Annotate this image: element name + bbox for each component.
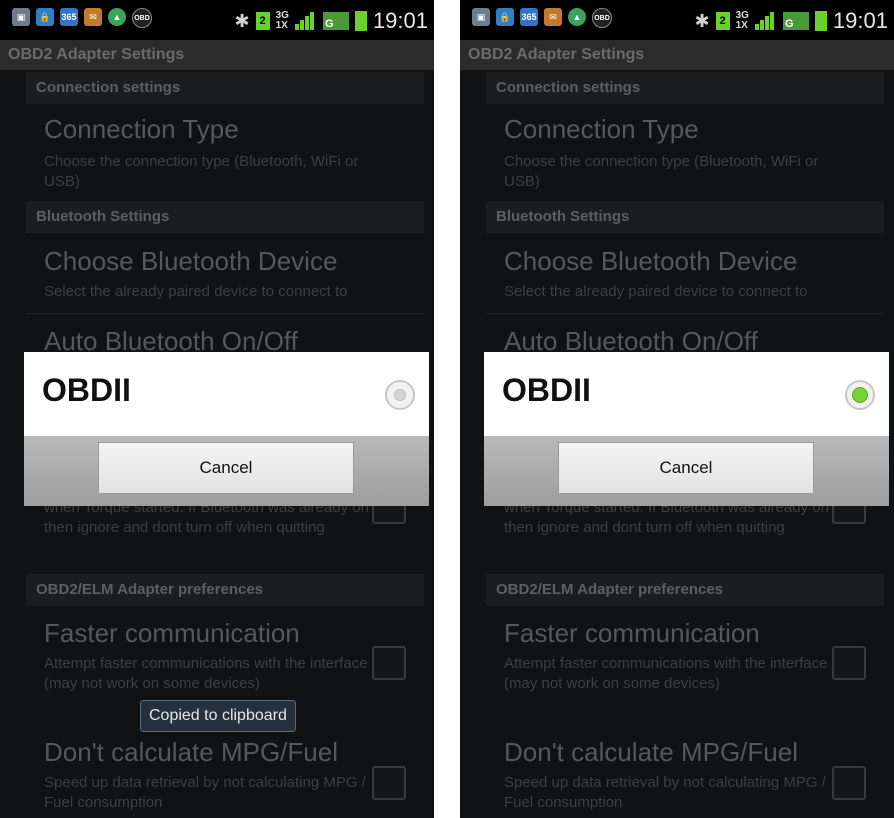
cancel-button[interactable]: Cancel <box>98 442 354 494</box>
maps-icon: ▲ <box>108 8 126 26</box>
pref-choose-device-summary: Select the already paired device to conn… <box>504 283 808 300</box>
pref-choose-device-title[interactable]: Choose Bluetooth Device <box>504 246 797 277</box>
cancel-button[interactable]: Cancel <box>558 442 814 494</box>
app-title: OBD2 Adapter Settings <box>460 40 894 70</box>
mpg-checkbox[interactable] <box>832 766 866 800</box>
battery-icon <box>354 11 367 31</box>
pref-mpg-summary: Speed up data retrieval by not calculati… <box>44 774 366 811</box>
phone-screen-left: ▣ 🔒 365 ✉ ▲ OBD ✱ 2 3G 1X G 19:01 OBD2 Ad… <box>0 0 434 818</box>
status-bar: ▣ 🔒 365 ✉ ▲ OBD ✱ 2 3G 1X G 19:01 <box>460 0 894 40</box>
pref-connection-type-summary: Choose the connection type (Bluetooth, W… <box>504 153 819 190</box>
pref-mpg-summary: Speed up data retrieval by not calculati… <box>504 774 826 811</box>
pref-mpg-title[interactable]: Don't calculate MPG/Fuel <box>504 737 798 768</box>
dialog-button-bar: Cancel <box>484 436 889 506</box>
section-adapter-preferences: OBD2/ELM Adapter preferences <box>486 574 884 606</box>
pref-mpg-title[interactable]: Don't calculate MPG/Fuel <box>44 737 338 768</box>
calendar-app-icon: 365 <box>520 8 538 26</box>
pref-faster-communication-title[interactable]: Faster communication <box>504 618 760 649</box>
divider <box>486 313 884 314</box>
radio-button-selected-icon[interactable] <box>845 380 875 410</box>
pref-faster-communication-title[interactable]: Faster communication <box>44 618 300 649</box>
data-network-icon: G <box>322 12 349 30</box>
phone-screen-right: ▣ 🔒 365 ✉ ▲ OBD ✱ 2 3G 1X G 19:01 OBD2 Ad… <box>460 0 894 818</box>
section-adapter-preferences: OBD2/ELM Adapter preferences <box>26 574 424 606</box>
pref-faster-communication-summary: Attempt faster communications with the i… <box>44 655 368 692</box>
network-type-indicator: 3G 1X <box>275 10 289 31</box>
obd-icon: OBD <box>592 8 612 28</box>
status-bar: ▣ 🔒 365 ✉ ▲ OBD ✱ 2 3G 1X G 19:01 <box>0 0 434 40</box>
calendar-app-icon: 365 <box>60 8 78 26</box>
bluetooth-icon: ✱ <box>694 10 710 31</box>
dialog-option-label[interactable]: OBDII <box>502 372 591 409</box>
section-connection-settings: Connection settings <box>486 72 884 104</box>
dialog-option-label[interactable]: OBDII <box>42 372 131 409</box>
toast-message: Copied to clipboard <box>140 700 296 732</box>
dialog-button-bar: Cancel <box>24 436 429 506</box>
pref-connection-type-title[interactable]: Connection Type <box>44 114 239 145</box>
pref-choose-device-summary: Select the already paired device to conn… <box>44 283 348 300</box>
signal-strength-icon <box>754 12 777 30</box>
radio-button-icon[interactable] <box>385 380 415 410</box>
maps-icon: ▲ <box>568 8 586 26</box>
pref-faster-communication-summary: Attempt faster communications with the i… <box>504 655 828 692</box>
sim-slot-icon: 2 <box>715 12 730 30</box>
divider <box>26 313 424 314</box>
faster-communication-checkbox[interactable] <box>832 646 866 680</box>
obd-icon: OBD <box>132 8 152 28</box>
gallery-icon: ▣ <box>472 8 490 26</box>
mail-icon: ✉ <box>84 8 102 26</box>
mail-icon: ✉ <box>544 8 562 26</box>
faster-communication-checkbox[interactable] <box>372 646 406 680</box>
pref-connection-type-title[interactable]: Connection Type <box>504 114 699 145</box>
status-time: 19:01 <box>372 8 428 33</box>
section-connection-settings: Connection settings <box>26 72 424 104</box>
sim-slot-icon: 2 <box>255 12 270 30</box>
pref-choose-device-title[interactable]: Choose Bluetooth Device <box>44 246 337 277</box>
lock-icon: 🔒 <box>36 8 54 26</box>
section-bluetooth-settings: Bluetooth Settings <box>486 201 884 233</box>
adapter-choice-dialog: OBDII <box>24 352 429 436</box>
adapter-choice-dialog: OBDII <box>484 352 889 436</box>
data-network-icon: G <box>782 12 809 30</box>
status-time: 19:01 <box>832 8 888 33</box>
mpg-checkbox[interactable] <box>372 766 406 800</box>
signal-strength-icon <box>294 12 317 30</box>
pref-connection-type-summary: Choose the connection type (Bluetooth, W… <box>44 153 359 190</box>
bluetooth-icon: ✱ <box>234 10 250 31</box>
app-title: OBD2 Adapter Settings <box>0 40 434 70</box>
network-type-indicator: 3G 1X <box>735 10 749 31</box>
gallery-icon: ▣ <box>12 8 30 26</box>
section-bluetooth-settings: Bluetooth Settings <box>26 201 424 233</box>
lock-icon: 🔒 <box>496 8 514 26</box>
battery-icon <box>814 11 827 31</box>
